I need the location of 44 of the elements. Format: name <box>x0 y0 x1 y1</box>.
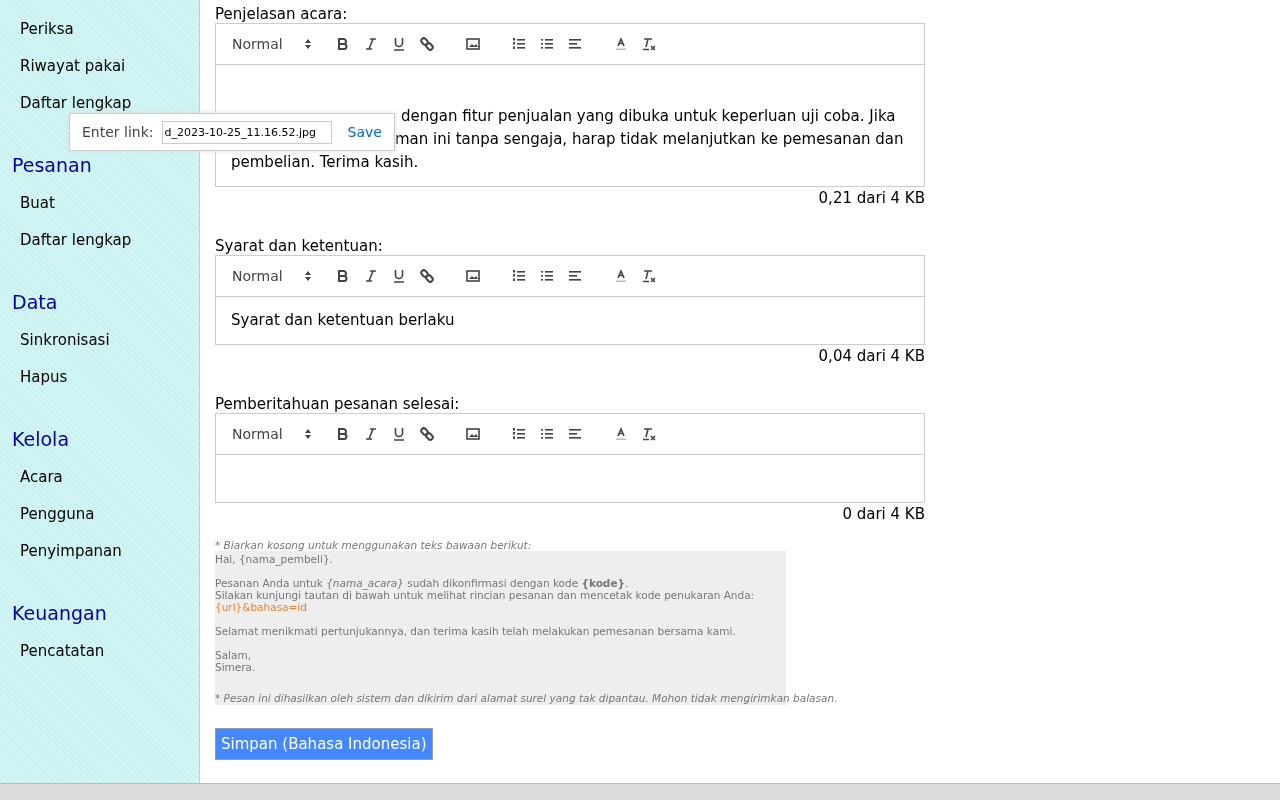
hint-text: * Biarkan kosong untuk menggunakan teks bawaan berikut: <box>215 539 532 551</box>
message-line: Salam, <box>215 649 253 661</box>
format-dropdown[interactable]: Normal <box>226 426 318 442</box>
message-line: Simera. <box>215 661 257 673</box>
field-label: Pemberitahuan pesanan selesai: <box>215 395 460 413</box>
section-heading: Keuangan <box>12 602 107 624</box>
sidebar-item[interactable]: Daftar lengkap <box>20 222 132 259</box>
dropdown-arrows-icon <box>304 428 312 440</box>
message-line: Pesanan Anda untuk {nama_acara} sudah dikonfirmasi dengan kode {kode}. <box>215 577 630 589</box>
dropdown-arrows-icon <box>304 270 312 282</box>
editor-text-line: man ini tanpa sengaja, harap tidak melanjutkan ke pemesanan dan <box>395 129 904 150</box>
link-input[interactable]: d_2023-10-25_11.16.52.jpg <box>161 120 332 144</box>
dropdown-arrows-icon <box>304 38 312 50</box>
section-heading: Kelola <box>12 428 70 450</box>
sidebar-item[interactable]: Periksa <box>20 11 74 48</box>
field-label: Penjelasan acara: <box>215 5 348 23</box>
footnote-text: * Pesan ini dihasilkan oleh sistem dan dikirim dari alamat surel yang tak dipantau. Mohon tidak mengirimkan balasan. <box>215 691 839 705</box>
section-heading: Data <box>12 291 58 313</box>
sidebar-item[interactable]: Buat <box>20 185 55 222</box>
editor-field[interactable]: Syarat dan ketentuan berlaku <box>215 297 925 345</box>
message-line: Hai, {nama_pembeli}. <box>215 553 334 565</box>
sidebar-item[interactable]: Sinkronisasi <box>20 322 110 359</box>
message-line: Selamat menikmati pertunjukannya, dan terima kasih telah melakukan pemesanan bersama kami. <box>215 625 737 637</box>
size-counter: 0,21 dari 4 KB <box>818 189 925 207</box>
editor-text-line: Syarat dan ketentuan berlaku <box>231 310 455 331</box>
field-label: Syarat dan ketentuan: <box>215 237 383 255</box>
sidebar-item[interactable]: Hapus <box>20 359 68 396</box>
editor-field[interactable] <box>215 455 925 503</box>
save-link[interactable]: Save <box>347 124 382 140</box>
format-dropdown[interactable]: Normal <box>226 36 318 52</box>
sidebar-item[interactable]: Pengguna <box>20 496 95 533</box>
sidebar-item[interactable]: Pencatatan <box>20 633 105 670</box>
message-line: Silakan kunjungi tautan di bawah untuk melihat rincian pesanan dan mencetak kode penukaran Anda: <box>215 589 756 601</box>
link-text: {url}&bahasa=id <box>215 601 308 613</box>
editor-text-line: dengan fitur penjualan yang dibuka untuk keperluan uji coba. Jika <box>401 106 896 127</box>
editor-text-line: pembelian. Terima kasih. <box>231 152 419 173</box>
section-heading: Pesanan <box>12 154 92 176</box>
sidebar-item[interactable]: Penyimpanan <box>20 533 122 570</box>
size-counter: 0,04 dari 4 KB <box>818 347 925 365</box>
format-dropdown[interactable]: Normal <box>226 268 318 284</box>
sidebar-item[interactable]: Acara <box>20 459 63 496</box>
sidebar-item[interactable]: Riwayat pakai <box>20 48 126 85</box>
link-label: Enter link: <box>82 124 154 140</box>
size-counter: 0 dari 4 KB <box>842 505 925 523</box>
